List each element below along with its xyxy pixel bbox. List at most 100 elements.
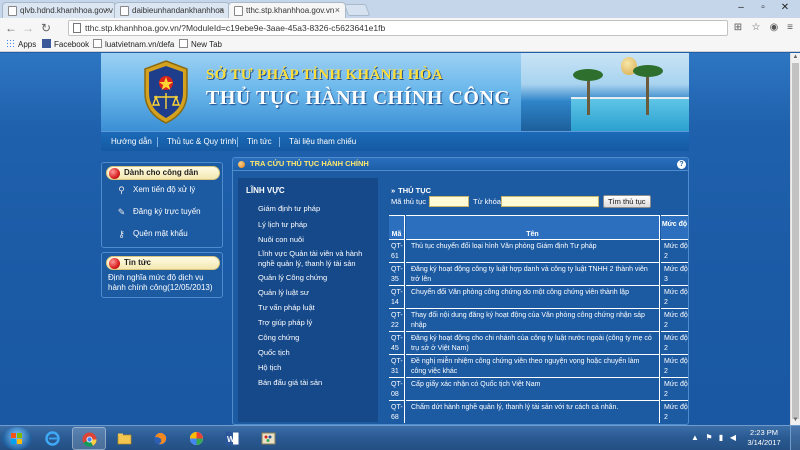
bookmark-luatvietnam[interactable]: luatvietnam.vn/defa xyxy=(93,38,174,52)
linh-vuc-item[interactable]: Nuôi con nuôi xyxy=(258,235,376,245)
word-icon: W xyxy=(225,431,240,446)
volume-icon[interactable]: ◀ xyxy=(728,433,738,443)
linh-vuc-item[interactable]: Công chứng xyxy=(258,333,376,343)
bookmark-facebook[interactable]: Facebook xyxy=(42,38,89,52)
table-row[interactable]: QT-68 Chấm dứt hành nghề quản lý, thanh … xyxy=(389,400,688,423)
address-bar[interactable]: tthc.stp.khanhhoa.gov.vn/?ModuleId=c19eb… xyxy=(68,20,728,36)
taskbar-firefox[interactable] xyxy=(144,427,178,450)
bullet-icon xyxy=(109,258,120,269)
scroll-down-icon[interactable]: ▼ xyxy=(791,416,800,425)
taskbar-explorer[interactable] xyxy=(108,427,142,450)
nav-tai-lieu-tham-chieu[interactable]: Tài liệu tham chiếu xyxy=(289,132,356,152)
apps-grid-icon xyxy=(6,39,15,48)
flag-icon[interactable]: ⚑ xyxy=(704,433,714,443)
forward-icon[interactable]: → xyxy=(20,20,36,36)
back-icon[interactable]: ← xyxy=(3,20,19,36)
svg-text:W: W xyxy=(227,435,235,444)
search-button[interactable]: Tìm thủ tục xyxy=(603,195,651,208)
justice-emblem-logo xyxy=(144,60,188,124)
main-title: TRA CỨU THỦ TỤC HÀNH CHÍNH xyxy=(250,159,369,168)
taskbar-chrome[interactable] xyxy=(72,427,106,450)
linh-vuc-item[interactable]: Tư vấn pháp luật xyxy=(258,303,376,313)
help-icon[interactable]: ? xyxy=(677,160,686,169)
reload-icon[interactable]: ↻ xyxy=(38,20,54,36)
browser-tab-3[interactable]: tthc.stp.khanhhoa.gov.vn × xyxy=(228,2,346,18)
search-icon: ⚲ xyxy=(118,185,125,195)
browser-tab-1[interactable]: qlvb.hdnd.khanhhoa.gov.v × xyxy=(2,2,116,18)
chrome-icon xyxy=(82,432,97,447)
table-row[interactable]: QT-35 Đăng ký hoạt động công ty luật hợp… xyxy=(389,262,688,285)
tab-title: tthc.stp.khanhhoa.gov.vn xyxy=(246,6,335,15)
firefox-icon xyxy=(154,432,167,445)
table-row[interactable]: QT-31 Đề nghị miễn nhiệm công chứng viên… xyxy=(389,354,688,377)
page-icon xyxy=(93,39,102,48)
linh-vuc-item[interactable]: Lý lịch tư pháp xyxy=(258,220,376,230)
linh-vuc-item[interactable]: Hộ tịch xyxy=(258,363,376,373)
internet-explorer-icon xyxy=(45,431,60,446)
tab-title: qlvb.hdnd.khanhhoa.gov.v xyxy=(20,6,113,15)
citizen-box-header: Dành cho công dân xyxy=(106,166,220,180)
scroll-thumb[interactable] xyxy=(792,63,799,419)
close-icon[interactable]: × xyxy=(105,3,110,18)
taskbar-word[interactable]: W xyxy=(216,427,250,450)
linh-vuc-item[interactable]: Giám định tư pháp xyxy=(258,204,376,214)
citizen-box: Dành cho công dân ⚲ Xem tiến độ xử lý ✎ … xyxy=(101,162,223,248)
page-info-icon[interactable] xyxy=(73,23,81,33)
page-scrollbar[interactable]: ▲ ▼ xyxy=(790,53,800,425)
bullet-icon xyxy=(109,168,120,179)
linh-vuc-item[interactable]: Bán đấu giá tài sản xyxy=(258,378,376,388)
linh-vuc-panel: LĨNH VỰC Giám định tư pháp Lý lịch tư ph… xyxy=(238,178,378,422)
taskbar-paint[interactable] xyxy=(252,427,286,450)
scroll-up-icon[interactable]: ▲ xyxy=(791,53,800,62)
menu-icon[interactable]: ≡ xyxy=(782,20,798,36)
news-box: Tin tức Định nghĩa mức độ dịch vụ hành c… xyxy=(101,252,223,298)
paint-icon xyxy=(261,432,276,445)
translate-icon[interactable]: ⊞ xyxy=(730,20,746,36)
keyword-input[interactable] xyxy=(501,196,599,207)
bookmark-apps[interactable]: Apps xyxy=(6,38,36,52)
code-input[interactable] xyxy=(429,196,469,207)
url-text: tthc.stp.khanhhoa.gov.vn/?ModuleId=c19eb… xyxy=(85,23,386,33)
linh-vuc-item[interactable]: Quốc tịch xyxy=(258,348,376,358)
table-row[interactable]: QT-22 Thay đổi nội dung đăng ký hoạt độn… xyxy=(389,308,688,331)
taskbar-ie[interactable] xyxy=(36,427,70,450)
table-row[interactable]: QT-61 Thủ tục chuyển đổi loại hình Văn p… xyxy=(389,239,688,262)
system-clock[interactable]: 2:23 PM 3/14/2017 xyxy=(742,428,786,448)
bookmark-new-tab[interactable]: New Tab xyxy=(179,38,222,52)
nav-tin-tuc[interactable]: Tin tức xyxy=(247,132,272,152)
star-icon[interactable]: ☆ xyxy=(748,20,764,36)
windows-logo-icon xyxy=(11,433,23,444)
picasa-icon xyxy=(190,432,203,445)
show-hidden-icons-icon[interactable]: ▲ xyxy=(690,433,700,443)
network-icon[interactable]: ▮ xyxy=(716,433,726,443)
linh-vuc-item[interactable]: Trợ giúp pháp lý xyxy=(258,318,376,328)
taskbar-picasa[interactable] xyxy=(180,427,214,450)
browser-toolbar: ← → ↻ tthc.stp.khanhhoa.gov.vn/?ModuleId… xyxy=(0,18,800,38)
windows-taskbar: W ▲ ⚑ ▮ ◀ 2:23 PM 3/14/2017 xyxy=(0,425,800,450)
linh-vuc-item[interactable]: Quản lý Công chứng xyxy=(258,273,376,283)
maximize-icon[interactable]: ▫ xyxy=(752,0,774,16)
minimize-icon[interactable]: – xyxy=(730,0,752,16)
extension-icon[interactable]: ◉ xyxy=(766,20,782,36)
table-row[interactable]: QT-14 Chuyển đổi Văn phòng công chứng do… xyxy=(389,285,688,308)
search-row: Mã thủ tục Từ khóa Tìm thủ tục xyxy=(389,195,688,209)
nav-huong-dan[interactable]: Hướng dẫn xyxy=(111,132,152,152)
nav-thu-tuc-quy-trinh[interactable]: Thủ tục & Quy trình xyxy=(167,132,236,152)
header-name: Tên xyxy=(406,215,660,239)
browser-tab-2[interactable]: daibieunhandankhanhhoa × xyxy=(114,2,230,18)
table-row[interactable]: QT-08 Cấp giấy xác nhận có Quốc tịch Việ… xyxy=(389,377,688,400)
close-window-icon[interactable]: ✕ xyxy=(774,0,796,16)
site-title-line2: THỦ TỤC HÀNH CHÍNH CÔNG xyxy=(206,87,511,109)
code-label: Mã thủ tục xyxy=(391,197,427,206)
close-icon[interactable]: × xyxy=(335,3,340,18)
close-icon[interactable]: × xyxy=(219,3,224,18)
table-row[interactable]: QT-45 Đăng ký hoạt động cho chi nhánh củ… xyxy=(389,331,688,354)
citizen-box-title: Dành cho công dân xyxy=(124,168,199,177)
new-tab-button[interactable] xyxy=(343,4,371,16)
start-button[interactable] xyxy=(2,427,32,450)
news-item[interactable]: Định nghĩa mức độ dịch vụ hành chính côn… xyxy=(108,273,220,293)
clock-time: 2:23 PM xyxy=(750,428,778,437)
linh-vuc-item[interactable]: Lĩnh vực Quản tài viên và hành nghề quản… xyxy=(258,249,376,269)
linh-vuc-item[interactable]: Quản lý luật sư xyxy=(258,288,376,298)
show-desktop-button[interactable] xyxy=(790,426,800,450)
